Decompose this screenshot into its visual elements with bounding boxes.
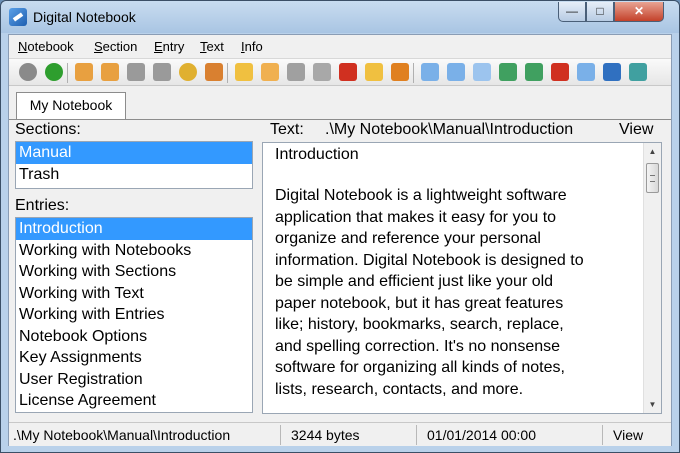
text-line: software for organizing all kinds of not… <box>275 359 565 376</box>
entry-item[interactable]: User Registration <box>16 369 252 391</box>
entry-item[interactable]: License Agreement <box>16 390 252 412</box>
text-line: paper notebook, but it has great feature… <box>275 294 564 312</box>
rename-entry-icon[interactable] <box>447 63 465 81</box>
entry-item[interactable]: Working with Notebooks <box>16 240 252 262</box>
car-icon[interactable] <box>603 63 621 81</box>
text-view-button[interactable]: View <box>619 121 653 139</box>
status-path: .\My Notebook\Manual\Introduction <box>9 425 281 445</box>
minimize-button[interactable]: — <box>558 2 586 22</box>
scroll-up-icon[interactable]: ▲ <box>644 143 661 160</box>
save-notebook-icon[interactable] <box>313 63 331 81</box>
status-size: 3244 bytes <box>287 425 417 445</box>
entry-item[interactable]: Notebook Options <box>16 326 252 348</box>
section-item[interactable]: Trash <box>16 164 252 186</box>
client-area: Notebook Section Entry Text Info My Note… <box>8 34 672 446</box>
bookmark-prev-icon[interactable] <box>75 63 93 81</box>
app-icon[interactable] <box>9 8 27 26</box>
status-bar: .\My Notebook\Manual\Introduction 3244 b… <box>9 422 671 446</box>
rename-notebook-icon[interactable] <box>261 63 279 81</box>
refresh-icon[interactable] <box>179 63 197 81</box>
text-line: and spelling correction. It's no nonsens… <box>275 337 561 355</box>
text-line: information. Digital Notebook is designe… <box>275 251 584 269</box>
notebook-tabs: My Notebook <box>9 87 671 119</box>
forward-icon[interactable] <box>45 63 63 81</box>
toolbar-separator <box>413 63 414 83</box>
sync-entry-icon[interactable] <box>525 63 543 81</box>
menu-entry[interactable]: Entry <box>154 39 184 54</box>
menu-section[interactable]: Section <box>94 39 137 54</box>
tab-my-notebook[interactable]: My Notebook <box>16 92 126 119</box>
entry-item[interactable]: Introduction <box>16 218 252 240</box>
entry-item[interactable]: Working with Sections <box>16 261 252 283</box>
menu-notebook[interactable]: Notebook <box>18 39 74 54</box>
text-label: Text: <box>270 121 304 138</box>
entry-item[interactable]: Key Assignments <box>16 347 252 369</box>
back-icon[interactable] <box>19 63 37 81</box>
menu-bar: Notebook Section Entry Text Info <box>9 35 671 57</box>
paste-entry-icon[interactable] <box>629 63 647 81</box>
history-back-icon[interactable] <box>127 63 145 81</box>
entry-item[interactable]: Working with Text <box>16 283 252 305</box>
status-date: 01/01/2014 00:00 <box>423 425 603 445</box>
vertical-scrollbar[interactable]: ▲ ▼ <box>643 143 661 413</box>
copy-entry-icon[interactable] <box>473 63 491 81</box>
new-entry-icon[interactable] <box>421 63 439 81</box>
toolbar-separator <box>67 63 68 83</box>
status-view[interactable]: View <box>609 425 669 445</box>
entries-label: Entries: <box>15 197 70 214</box>
bookmark-next-icon[interactable] <box>101 63 119 81</box>
section-item[interactable]: Manual <box>16 142 252 164</box>
window-title: Digital Notebook <box>33 9 136 25</box>
menu-info[interactable]: Info <box>241 39 263 54</box>
delete-notebook-icon[interactable] <box>339 63 357 81</box>
open-folder-icon[interactable] <box>365 63 383 81</box>
scroll-down-icon[interactable]: ▼ <box>644 396 661 413</box>
book-icon[interactable] <box>205 63 223 81</box>
text-line: like; history, bookmarks, search, replac… <box>275 316 564 333</box>
menu-text[interactable]: Text <box>200 39 224 54</box>
text-line: lists, research, contacts, and more. <box>275 380 524 398</box>
new-notebook-icon[interactable] <box>235 63 253 81</box>
scroll-thumb[interactable] <box>646 163 659 193</box>
close-notebook-icon[interactable] <box>287 63 305 81</box>
toolbar <box>9 58 671 86</box>
toolbar-separator <box>227 63 228 83</box>
export-icon[interactable] <box>391 63 409 81</box>
text-line: organize and reference your personal <box>275 230 541 247</box>
delete-entry-icon[interactable] <box>551 63 569 81</box>
text-editor[interactable]: Introduction Digital Notebook is a light… <box>262 142 662 414</box>
move-entry-icon[interactable] <box>499 63 517 81</box>
history-forward-icon[interactable] <box>153 63 171 81</box>
text-line: application that makes it easy for you t… <box>275 208 557 226</box>
entry-item[interactable]: Working with Entries <box>16 304 252 326</box>
properties-icon[interactable] <box>577 63 595 81</box>
text-path: .\My Notebook\Manual\Introduction <box>325 121 574 138</box>
text-line: be simple and efficient just like your o… <box>275 273 554 290</box>
notebook-panel: Sections: Manual Trash Entries: Introduct… <box>9 119 671 415</box>
text-body: Digital Notebook is a lightweight softwa… <box>275 185 640 400</box>
sections-list[interactable]: Manual Trash <box>15 141 253 189</box>
text-heading: Introduction <box>275 146 359 163</box>
app-window: Digital Notebook — □ ✕ Notebook Section … <box>0 0 680 453</box>
maximize-button[interactable]: □ <box>586 2 614 22</box>
sections-label: Sections: <box>15 121 81 138</box>
entries-list[interactable]: Introduction Working with Notebooks Workin… <box>15 217 253 413</box>
title-bar[interactable]: Digital Notebook — □ ✕ <box>1 1 679 33</box>
close-button[interactable]: ✕ <box>614 2 664 22</box>
text-line: Digital Notebook is a lightweight softwa… <box>275 187 567 204</box>
